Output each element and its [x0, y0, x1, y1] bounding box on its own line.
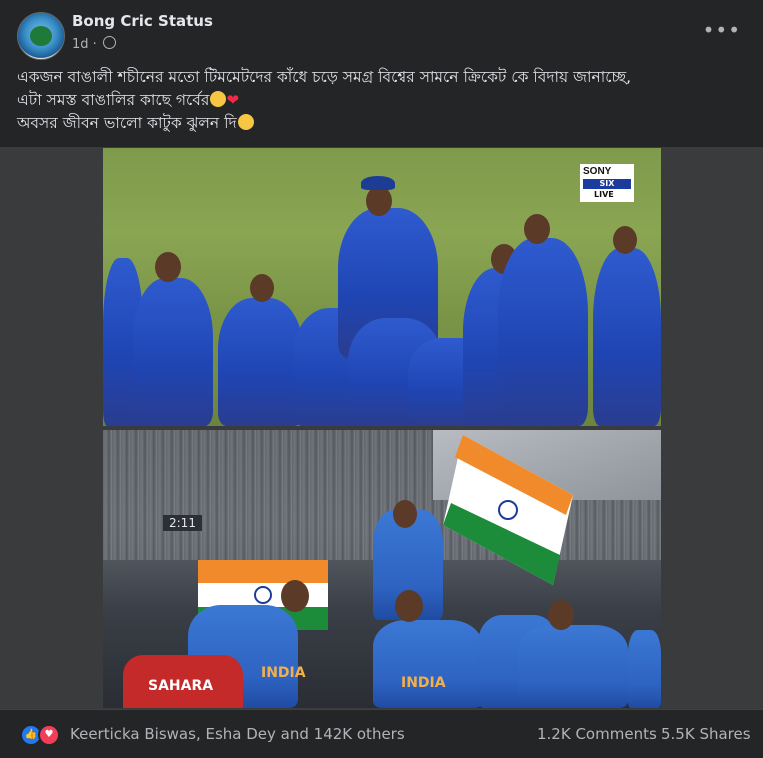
caption-line-3-wrap: অবসর জীবন ভালো কাটুক ঝুলন দি — [17, 112, 752, 135]
broadcaster-channel: SIX — [583, 179, 631, 189]
reactions-bar: 👍 ♥ Keerticka Biswas, Esha Dey and 142K … — [0, 709, 763, 758]
player-figure — [628, 630, 661, 708]
post-meta: 1d · — [72, 36, 116, 52]
broadcaster-logo: SONY SIX LIVE — [580, 164, 634, 202]
player-head — [548, 600, 574, 630]
smile-emoji-icon — [210, 91, 227, 107]
broadcaster-live: LIVE — [594, 190, 614, 199]
shares-count[interactable]: 5.5K Shares — [661, 725, 751, 743]
caption-line-2: এটা সমস্ত বাঙালির কাছে গর্বের — [17, 91, 210, 109]
player-head — [155, 252, 181, 282]
caption-line-3: অবসর জীবন ভালো কাটুক ঝুলন দি — [17, 114, 237, 132]
player-head — [524, 214, 550, 244]
love-icon[interactable]: ♥ — [38, 724, 60, 746]
jersey-text: INDIA — [261, 665, 306, 681]
indian-flag-icon — [443, 435, 573, 585]
player-cap — [361, 176, 395, 190]
globe-icon — [102, 36, 116, 49]
broadcaster-name: SONY — [583, 166, 612, 177]
post-time[interactable]: 1d — [72, 37, 89, 52]
scoreboard: 2:11 — [163, 515, 202, 531]
facebook-post-card: Bong Cric Status 1d · ••• একজন বাঙালী শচ… — [0, 0, 763, 758]
player-figure — [593, 248, 661, 426]
player-head — [613, 226, 637, 254]
player-figure — [133, 278, 213, 426]
comments-count[interactable]: 1.2K Comments — [537, 725, 657, 743]
avatar-logo — [30, 26, 52, 46]
sponsor-text: SAHARA — [148, 678, 214, 694]
player-figure — [518, 625, 628, 708]
player-head — [366, 186, 392, 216]
player-figure — [218, 298, 303, 426]
dot-separator: · — [92, 37, 97, 52]
player-figure — [498, 238, 588, 426]
player-head — [281, 580, 309, 612]
jersey-text: INDIA — [401, 675, 446, 691]
player-figure — [373, 620, 483, 708]
reaction-summary[interactable]: Keerticka Biswas, Esha Dey and 142K othe… — [70, 725, 405, 743]
page-name-link[interactable]: Bong Cric Status — [72, 12, 213, 30]
player-head — [250, 274, 274, 302]
post-media[interactable]: SONY SIX LIVE 2:11 INDIA INDIA SAHARA — [0, 147, 763, 709]
photo-sachin-farewell[interactable]: 2:11 INDIA INDIA SAHARA — [103, 430, 661, 708]
player-head — [395, 590, 423, 622]
post-header: Bong Cric Status 1d · ••• — [0, 0, 763, 64]
heart-emoji-icon: ❤ — [226, 91, 240, 109]
caption-line-1: একজন বাঙালী শচীনের মতো টিমমেটদের কাঁধে চ… — [17, 68, 632, 86]
photo-women-team-celebration[interactable]: SONY SIX LIVE — [103, 148, 661, 426]
post-caption: একজন বাঙালী শচীনের মতো টিমমেটদের কাঁধে চ… — [17, 66, 752, 135]
smile-emoji-icon — [237, 114, 254, 130]
page-avatar[interactable] — [17, 12, 65, 60]
player-head — [393, 500, 417, 528]
caption-line-2-wrap: এটা সমস্ত বাঙালির কাছে গর্বের ❤ — [17, 89, 752, 112]
more-options-icon[interactable]: ••• — [703, 18, 741, 42]
